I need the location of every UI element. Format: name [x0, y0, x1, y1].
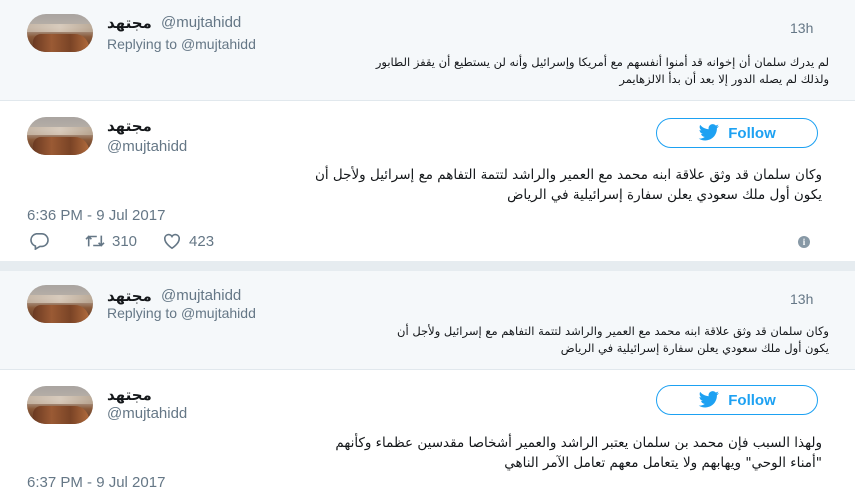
follow-label: Follow — [728, 391, 776, 409]
like-action[interactable]: 423 — [161, 232, 214, 250]
section-gap — [0, 261, 855, 271]
tweet-text-line: "أمناء الوحي" ويهابهم ولا يتعامل معهم تع… — [504, 455, 822, 471]
tweet-main-2[interactable]: مجتهد @mujtahidd Follow ولهذا السبب فإن … — [0, 370, 855, 495]
retweet-count: 310 — [112, 232, 138, 250]
replying-to-label: Replying to — [107, 305, 178, 321]
user-handle[interactable]: @mujtahidd — [107, 405, 187, 422]
tweet-main-1[interactable]: مجتهد @mujtahidd Follow وكان سلمان قد وث… — [0, 101, 855, 261]
avatar[interactable] — [27, 117, 93, 155]
follow-button[interactable]: Follow — [656, 118, 818, 148]
tweet-text-line: ولهذا السبب فإن محمد بن سلمان يعتبر الرا… — [335, 435, 822, 451]
tweet-text: وكان سلمان قد وثق علاقة ابنه محمد مع الع… — [22, 165, 822, 205]
like-count: 423 — [189, 232, 215, 250]
tweet-text-line: يكون أول ملك سعودي يعلن سفارة إسرائيلية … — [560, 341, 829, 355]
tweet-reply-1[interactable]: مجتهد @mujtahidd 13h Replying to @mujtah… — [0, 0, 855, 100]
user-handle[interactable]: @mujtahidd — [161, 287, 241, 304]
display-name[interactable]: مجتهد — [107, 117, 152, 135]
tweet-time[interactable]: 13h — [790, 20, 813, 36]
reply-action[interactable] — [28, 232, 50, 250]
tweet-text: ولهذا السبب فإن محمد بن سلمان يعتبر الرا… — [22, 433, 822, 473]
tweet-text: وكان سلمان قد وثق علاقة ابنه محمد مع الع… — [49, 323, 829, 357]
twitter-bird-icon — [698, 124, 720, 141]
tweet-text-line: وكان سلمان قد وثق علاقة ابنه محمد مع الع… — [397, 324, 829, 338]
retweet-action[interactable]: 310 — [84, 232, 137, 250]
info-icon[interactable]: i — [798, 236, 810, 248]
tweet-text-line: وكان سلمان قد وثق علاقة ابنه محمد مع الع… — [314, 167, 822, 183]
user-handle[interactable]: @mujtahidd — [107, 138, 187, 155]
tweet-text: لم يدرك سلمان أن إخوانه قد أمنوا أنفسهم … — [49, 54, 829, 88]
tweet-time[interactable]: 13h — [790, 291, 813, 307]
replying-to-handle[interactable]: @mujtahidd — [181, 305, 256, 321]
avatar[interactable] — [27, 386, 93, 424]
tweet-timestamp[interactable]: 6:36 PM - 9 Jul 2017 — [27, 207, 165, 224]
replying-to: Replying to @mujtahidd — [107, 36, 256, 52]
heart-icon — [164, 233, 181, 250]
replying-to-label: Replying to — [107, 36, 178, 52]
avatar[interactable] — [27, 14, 93, 52]
display-name[interactable]: مجتهد — [107, 287, 152, 305]
replying-to-handle[interactable]: @mujtahidd — [181, 36, 256, 52]
tweet-text-line: لم يدرك سلمان أن إخوانه قد أمنوا أنفسهم … — [375, 55, 829, 69]
follow-label: Follow — [728, 124, 776, 142]
reply-icon — [30, 232, 49, 250]
display-name[interactable]: مجتهد — [107, 386, 152, 404]
retweet-icon — [85, 235, 105, 247]
tweet-actions: 310 423 — [28, 231, 214, 251]
tweet-reply-2[interactable]: مجتهد @mujtahidd 13h Replying to @mujtah… — [0, 271, 855, 369]
tweet-timestamp[interactable]: 6:37 PM - 9 Jul 2017 — [27, 474, 165, 491]
replying-to: Replying to @mujtahidd — [107, 305, 256, 321]
user-handle[interactable]: @mujtahidd — [161, 14, 241, 31]
avatar[interactable] — [27, 285, 93, 323]
display-name[interactable]: مجتهد — [107, 14, 152, 32]
tweet-text-line: يكون أول ملك سعودي يعلن سفارة إسرائيلية … — [507, 187, 822, 203]
tweet-text-line: ولذلك لم يصله الدور إلا بعد أن بدأ الالز… — [619, 72, 829, 86]
twitter-bird-icon — [698, 391, 720, 408]
follow-button[interactable]: Follow — [656, 385, 818, 415]
